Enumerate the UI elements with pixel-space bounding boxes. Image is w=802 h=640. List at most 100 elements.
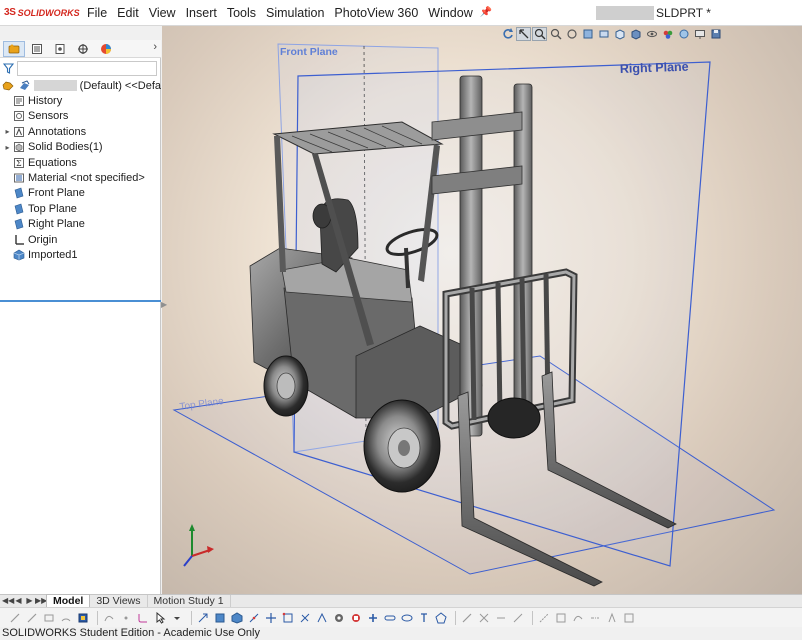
sketch-text-icon[interactable] — [417, 611, 431, 625]
sketch-rectangle-icon[interactable] — [42, 611, 56, 625]
rotate-view-icon[interactable] — [564, 27, 579, 41]
menu-window[interactable]: Window — [423, 0, 477, 26]
tree-expand-arrow-icon[interactable]: ▸ — [3, 127, 12, 136]
rollback-bar[interactable] — [0, 300, 161, 302]
menu-edit[interactable]: Edit — [112, 0, 144, 26]
display-style-icon[interactable] — [628, 27, 643, 41]
feature-filter-input[interactable] — [17, 60, 157, 76]
menu-insert[interactable]: Insert — [181, 0, 222, 26]
pin-menu-icon[interactable]: 📌 — [480, 7, 492, 18]
sketch-slot-icon[interactable] — [383, 611, 397, 625]
dimxpert-manager-tab[interactable] — [72, 41, 94, 57]
rear-wheel-hub — [276, 372, 296, 400]
menu-file[interactable]: File — [82, 0, 112, 26]
annotations-icon — [12, 126, 25, 138]
split-icon[interactable] — [511, 611, 525, 625]
construction-geometry-icon[interactable] — [537, 611, 551, 625]
mirror-entities-icon[interactable] — [230, 611, 244, 625]
dimension-icon[interactable] — [460, 611, 474, 625]
sketch-spline-icon[interactable] — [102, 611, 116, 625]
trim-icon[interactable] — [477, 611, 491, 625]
tree-item-top-plane[interactable]: Top Plane — [0, 201, 161, 216]
more-tabs-chevron-icon[interactable]: › — [153, 41, 157, 53]
zoom-in-out-icon[interactable] — [548, 27, 563, 41]
tab-first-icon[interactable]: ◀◀ — [2, 595, 14, 607]
smart-dimension-icon[interactable] — [8, 611, 22, 625]
sketch-arc-icon[interactable] — [59, 611, 73, 625]
menu-view[interactable]: View — [144, 0, 181, 26]
front-wheel-right — [487, 397, 541, 439]
tree-item-front-plane[interactable]: Front Plane — [0, 186, 161, 201]
view-orientation-icon[interactable] — [612, 27, 627, 41]
sketch-ellipse-icon[interactable] — [400, 611, 414, 625]
rapid-sketch-icon[interactable] — [332, 611, 346, 625]
filter-icon — [3, 62, 14, 74]
view-settings-icon[interactable] — [692, 27, 707, 41]
relations-icon[interactable] — [281, 611, 295, 625]
tree-expand-arrow-icon[interactable]: ▸ — [3, 143, 12, 152]
sketch-point-icon[interactable] — [119, 611, 133, 625]
extend-icon[interactable] — [494, 611, 508, 625]
tree-item-origin[interactable]: Origin — [0, 232, 161, 247]
tree-item-label: Sensors — [28, 110, 69, 123]
tab-next-icon[interactable]: ▶ — [24, 595, 35, 607]
property-manager-tab[interactable] — [26, 41, 48, 57]
previous-view-icon[interactable] — [500, 27, 515, 41]
sketch-more-icon[interactable] — [622, 611, 636, 625]
linear-pattern-icon[interactable] — [247, 611, 261, 625]
plane-icon — [12, 218, 25, 230]
save-view-icon[interactable] — [708, 27, 723, 41]
panel-splitter-grip-icon[interactable]: ▶ — [161, 300, 167, 314]
tree-item-solid-bodies[interactable]: ▸ Solid Bodies(1) — [0, 140, 161, 155]
tab-last-icon[interactable]: ▶▶ — [35, 595, 47, 607]
tab-model[interactable]: Model — [46, 594, 91, 607]
graphics-area[interactable]: Top Plane Front Plane Right Plane — [162, 26, 802, 594]
tree-item-imported1[interactable]: Imported1 — [0, 247, 161, 262]
tree-item-annotations[interactable]: ▸ Annotations — [0, 124, 161, 139]
solidworks-logo[interactable]: 3S SOLIDWORKS — [0, 0, 82, 26]
tree-root-part[interactable]: (Default) <<Defa — [0, 78, 161, 93]
tree-item-material[interactable]: Material <not specified> — [0, 170, 161, 185]
tree-item-right-plane[interactable]: Right Plane — [0, 217, 161, 232]
section-view-icon[interactable] — [580, 27, 595, 41]
menu-tools[interactable]: Tools — [222, 0, 261, 26]
tree-item-equations[interactable]: Σ Equations — [0, 155, 161, 170]
sketch-fillet-icon[interactable] — [136, 611, 150, 625]
menu-simulation[interactable]: Simulation — [261, 0, 329, 26]
sketch-polygon-icon[interactable] — [434, 611, 448, 625]
document-title: SLDPRT * — [596, 0, 711, 26]
dynamic-annotation-icon[interactable] — [596, 27, 611, 41]
shaded-sketch-icon[interactable] — [366, 611, 380, 625]
move-entities-icon[interactable] — [264, 611, 278, 625]
convert-entities-icon[interactable] — [196, 611, 210, 625]
dropdown-arrow-icon[interactable] — [170, 611, 184, 625]
select-cursor-icon[interactable] — [153, 611, 167, 625]
quick-snaps-icon[interactable] — [315, 611, 329, 625]
repair-sketch-icon[interactable] — [298, 611, 312, 625]
hide-show-items-icon[interactable] — [644, 27, 659, 41]
sketch-line-icon[interactable] — [25, 611, 39, 625]
status-bar: SOLIDWORKS Student Edition - Academic Us… — [0, 627, 802, 640]
manager-tabs: › — [0, 40, 161, 58]
apply-scene-icon[interactable] — [676, 27, 691, 41]
tree-item-history[interactable]: History — [0, 93, 161, 108]
sketch-grid-icon[interactable] — [76, 611, 90, 625]
front-wheel-hub-center — [398, 440, 410, 456]
zoom-to-fit-icon[interactable] — [516, 27, 531, 41]
configuration-manager-tab[interactable] — [49, 41, 71, 57]
offset-entities-icon[interactable] — [213, 611, 227, 625]
edit-appearance-icon[interactable] — [660, 27, 675, 41]
tab-3d-views[interactable]: 3D Views — [90, 595, 148, 607]
zoom-to-area-icon[interactable] — [532, 27, 547, 41]
curve-through-points-icon[interactable] — [571, 611, 585, 625]
tree-item-sensors[interactable]: Sensors — [0, 109, 161, 124]
tab-prev-icon[interactable]: ◀ — [13, 595, 24, 607]
instant-2d-icon[interactable] — [349, 611, 363, 625]
centerline-icon[interactable] — [588, 611, 602, 625]
display-manager-tab[interactable] — [95, 41, 117, 57]
menu-photoview-360[interactable]: PhotoView 360 — [329, 0, 423, 26]
sketch-fix-icon[interactable] — [605, 611, 619, 625]
sketch-picture-icon[interactable] — [554, 611, 568, 625]
tab-motion-study-1[interactable]: Motion Study 1 — [148, 595, 231, 607]
feature-manager-tab[interactable] — [3, 40, 25, 57]
